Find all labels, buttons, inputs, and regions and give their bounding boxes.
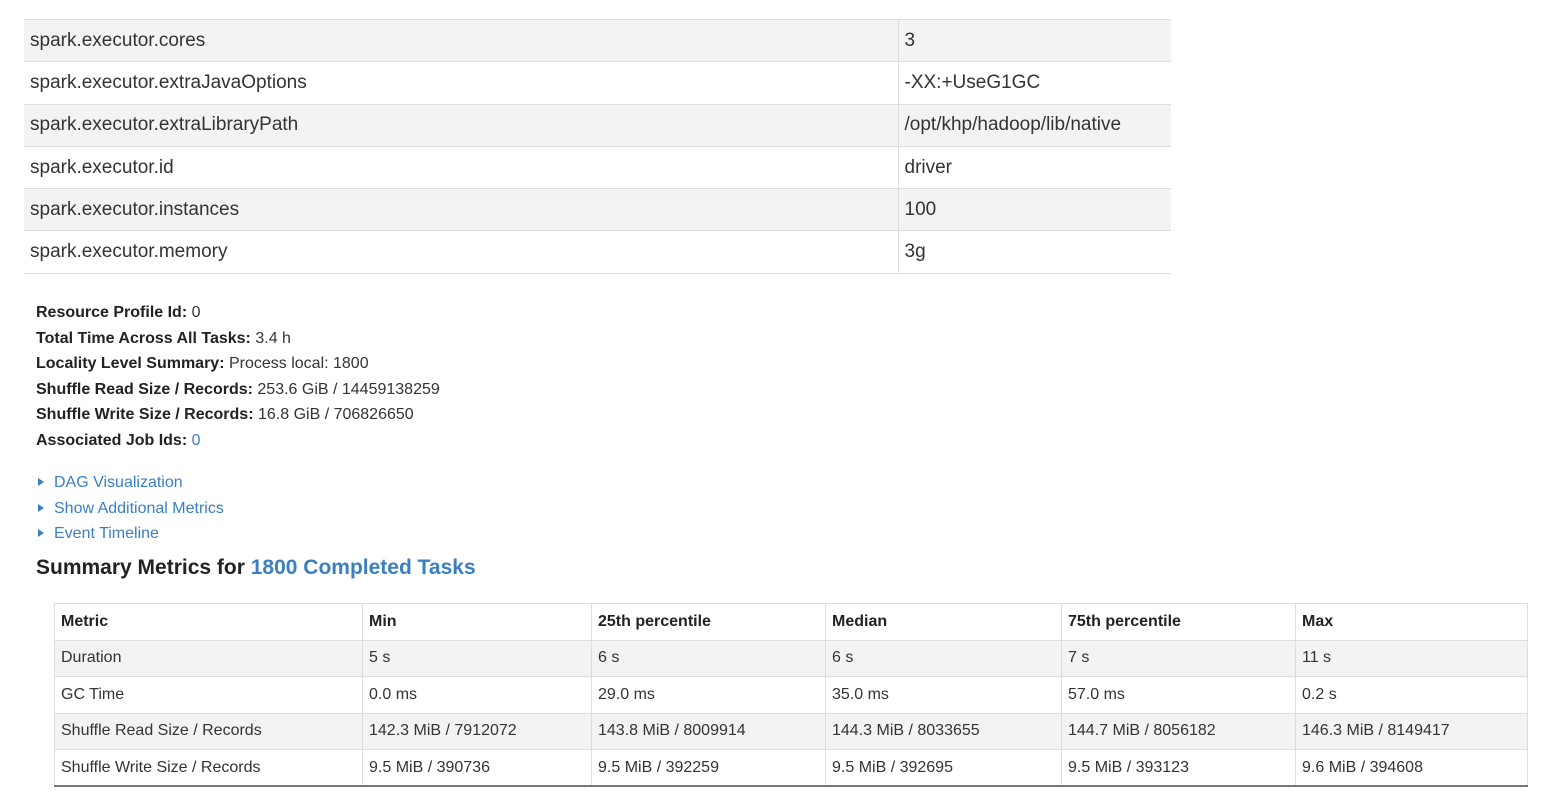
metric-p25: 29.0 ms: [591, 676, 826, 714]
metric-max: 9.6 MiB / 394608: [1295, 749, 1528, 787]
metric-median: 144.3 MiB / 8033655: [825, 712, 1062, 750]
table-row: Shuffle Read Size / Records 142.3 MiB / …: [54, 712, 1528, 750]
metric-max: 146.3 MiB / 8149417: [1295, 712, 1528, 750]
table-row: spark.executor.extraJavaOptions -XX:+Use…: [24, 61, 1171, 105]
column-header-p75[interactable]: 75th percentile: [1061, 603, 1296, 641]
locality-value: Process local: 1800: [228, 355, 369, 373]
summary-metrics-table: Metric Min 25th percentile Median 75th p…: [54, 603, 1528, 787]
job-ids-item: Associated Job Ids: 0: [36, 428, 440, 454]
caret-right-icon: [38, 503, 44, 512]
additional-metrics-label: Show Additional Metrics: [54, 499, 224, 517]
locality-label: Locality Level Summary:: [36, 355, 225, 373]
property-name: spark.executor.memory: [24, 230, 899, 274]
table-row: spark.executor.cores 3: [24, 18, 1171, 62]
property-name: spark.executor.extraJavaOptions: [24, 61, 899, 105]
shuffle-write-value: 16.8 GiB / 706826650: [257, 406, 414, 424]
metric-min: 5 s: [362, 639, 592, 677]
metric-min: 142.3 MiB / 7912072: [362, 712, 592, 750]
spark-properties-table: spark.executor.cores 3 spark.executor.ex…: [24, 18, 1171, 274]
shuffle-read-label: Shuffle Read Size / Records:: [36, 380, 253, 398]
additional-metrics-toggle[interactable]: Show Additional Metrics: [36, 496, 224, 522]
shuffle-read-item: Shuffle Read Size / Records: 253.6 GiB /…: [36, 377, 440, 403]
heading-prefix: Summary Metrics for: [36, 556, 245, 579]
resource-profile-label: Resource Profile Id:: [36, 304, 188, 321]
column-header-min[interactable]: Min: [362, 603, 592, 641]
metric-p75: 144.7 MiB / 8056182: [1061, 712, 1296, 750]
table-row: spark.executor.instances 100: [24, 188, 1171, 231]
property-value: 3: [898, 18, 1171, 62]
job-ids-label: Associated Job Ids:: [36, 431, 188, 449]
metric-p25: 6 s: [591, 639, 826, 677]
dag-visualization-label: DAG Visualization: [54, 474, 183, 491]
table-row: spark.executor.extraLibraryPath /opt/khp…: [24, 103, 1171, 147]
table-row: spark.executor.memory 3g: [24, 230, 1171, 274]
metric-name: Shuffle Read Size / Records: [54, 712, 363, 750]
metric-p25: 143.8 MiB / 8009914: [591, 712, 826, 750]
metric-max: 0.2 s: [1295, 676, 1528, 714]
dag-visualization-toggle[interactable]: DAG Visualization: [36, 470, 224, 496]
caret-right-icon: [38, 478, 44, 486]
table-row: Duration 5 s 6 s 6 s 7 s 11 s: [54, 639, 1528, 677]
metric-name: Shuffle Write Size / Records: [54, 749, 363, 787]
metric-median: 35.0 ms: [825, 676, 1062, 714]
job-id-link[interactable]: 0: [192, 432, 201, 449]
metric-p75: 57.0 ms: [1061, 676, 1296, 714]
total-time-value: 3.4 h: [255, 329, 291, 347]
metric-p25: 9.5 MiB / 392259: [591, 749, 826, 787]
summary-metrics-heading: Summary Metrics for 1800 Completed Tasks: [36, 556, 476, 580]
header-row: Metric Min 25th percentile Median 75th p…: [54, 603, 1528, 641]
metric-name: GC Time: [54, 676, 363, 714]
table-row: spark.executor.id driver: [24, 145, 1171, 189]
property-value: /opt/khp/hadoop/lib/native: [898, 103, 1171, 147]
column-header-max[interactable]: Max: [1295, 603, 1528, 641]
metric-min: 9.5 MiB / 390736: [362, 749, 592, 787]
event-timeline-toggle[interactable]: Event Timeline: [36, 521, 224, 547]
property-value: 3g: [898, 230, 1171, 274]
stage-summary: Resource Profile Id: 0 Total Time Across…: [36, 300, 440, 454]
total-time-item: Total Time Across All Tasks: 3.4 h: [36, 326, 440, 352]
completed-tasks-link[interactable]: 1800 Completed Tasks: [251, 556, 476, 579]
table-row: GC Time 0.0 ms 29.0 ms 35.0 ms 57.0 ms 0…: [54, 676, 1528, 714]
property-name: spark.executor.instances: [24, 188, 899, 231]
resource-profile-item: Resource Profile Id: 0: [36, 300, 440, 326]
column-header-p25[interactable]: 25th percentile: [591, 603, 826, 641]
event-timeline-label: Event Timeline: [54, 525, 159, 542]
property-name: spark.executor.id: [24, 145, 899, 189]
property-value: -XX:+UseG1GC: [898, 61, 1171, 105]
metric-p75: 7 s: [1061, 639, 1296, 677]
total-time-label: Total Time Across All Tasks:: [36, 329, 251, 347]
caret-right-icon: [38, 529, 44, 537]
column-header-metric[interactable]: Metric: [54, 603, 363, 641]
property-value: driver: [898, 145, 1171, 189]
shuffle-write-item: Shuffle Write Size / Records: 16.8 GiB /…: [36, 402, 440, 428]
locality-item: Locality Level Summary: Process local: 1…: [36, 351, 440, 377]
property-name: spark.executor.extraLibraryPath: [24, 103, 899, 147]
metric-max: 11 s: [1295, 639, 1528, 677]
expanders: DAG Visualization Show Additional Metric…: [36, 470, 224, 547]
metric-median: 9.5 MiB / 392695: [825, 749, 1062, 787]
property-name: spark.executor.cores: [24, 18, 899, 62]
metric-p75: 9.5 MiB / 393123: [1061, 749, 1296, 787]
table-row: Shuffle Write Size / Records 9.5 MiB / 3…: [54, 749, 1528, 787]
column-header-median[interactable]: Median: [825, 603, 1062, 641]
metric-name: Duration: [54, 639, 363, 677]
shuffle-read-value: 253.6 GiB / 14459138259: [257, 380, 440, 398]
property-value: 100: [898, 188, 1171, 231]
resource-profile-value: 0: [191, 304, 201, 321]
metric-min: 0.0 ms: [362, 676, 592, 714]
metric-median: 6 s: [825, 639, 1062, 677]
shuffle-write-label: Shuffle Write Size / Records:: [36, 406, 254, 424]
